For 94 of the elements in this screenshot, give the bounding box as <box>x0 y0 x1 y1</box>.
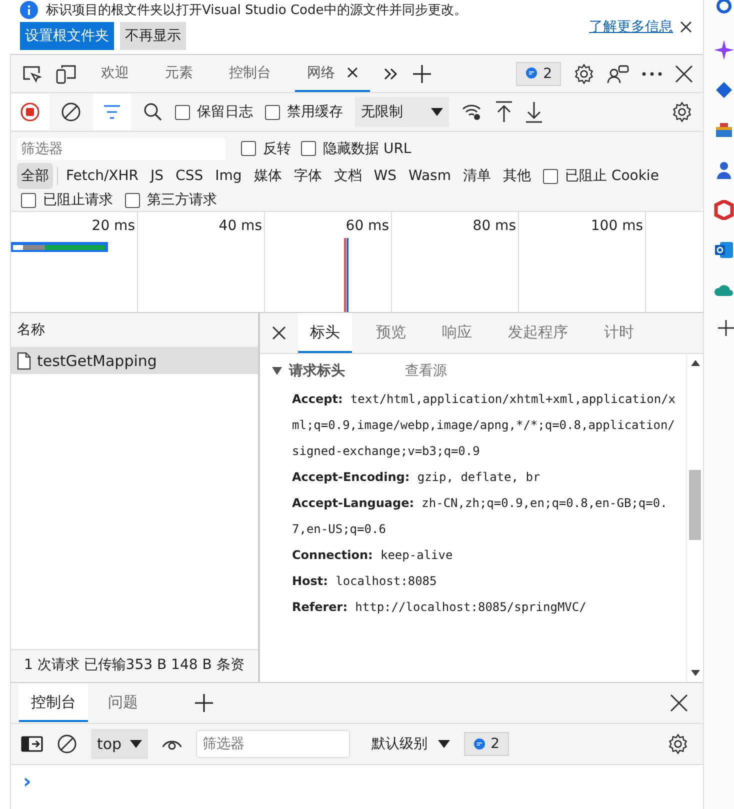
settings-icon[interactable] <box>573 62 595 84</box>
add-icon[interactable] <box>412 64 432 84</box>
toolbox-icon[interactable] <box>714 120 734 140</box>
tick-label: 60 ms <box>346 218 389 236</box>
status-summary: 1 次请求 已传输353 B 148 B 条资 <box>11 649 258 682</box>
feedback-icon[interactable] <box>607 64 629 84</box>
filter-icon <box>102 104 122 120</box>
drawer-tab[interactable]: 问题 <box>96 684 150 722</box>
add-icon[interactable] <box>718 320 734 336</box>
log-level-dropdown[interactable]: 默认级别 <box>372 735 450 753</box>
type-filter-button[interactable]: 清单 <box>458 163 495 189</box>
header-line: Connection: keep-alive <box>291 547 454 564</box>
devtools-tab[interactable]: 控制台 <box>217 55 283 92</box>
issues-button[interactable]: 2 <box>516 62 561 86</box>
close-icon[interactable] <box>675 64 693 82</box>
header-line: Accept-Encoding: gzip, deflate, br <box>291 469 542 486</box>
sparkle-icon[interactable] <box>714 40 734 60</box>
triangle-icon <box>272 367 282 375</box>
person-icon[interactable] <box>714 160 734 180</box>
network-conditions-icon[interactable] <box>461 102 483 122</box>
section-toggle[interactable]: 请求标头 <box>272 362 345 380</box>
arrow-down-icon[interactable] <box>690 670 700 676</box>
type-filter-button[interactable]: Wasm <box>404 164 455 188</box>
close-icon[interactable] <box>679 20 693 34</box>
clear-icon[interactable] <box>61 102 81 122</box>
filter-button[interactable] <box>93 94 131 130</box>
hide-data-urls-checkbox[interactable]: 隐藏数据 URL <box>301 140 412 158</box>
console-filter-input[interactable]: 筛选器 <box>196 730 350 758</box>
type-filter-button[interactable]: CSS <box>172 164 208 188</box>
devtools-tab[interactable]: 元素 <box>153 55 205 92</box>
type-filter-button[interactable]: Fetch/XHR <box>62 164 143 188</box>
detail-tab[interactable]: 标头 <box>298 313 352 353</box>
caret-icon <box>130 740 142 748</box>
devtools-tab[interactable]: 欢迎 <box>89 55 141 92</box>
tick-label: 20 ms <box>92 218 135 236</box>
invert-checkbox[interactable]: 反转 <box>241 140 291 158</box>
tick-label: 40 ms <box>218 218 262 236</box>
type-filter-button[interactable]: Img <box>211 164 246 188</box>
issues-button[interactable]: 2 <box>464 732 509 756</box>
close-icon[interactable] <box>670 694 688 712</box>
type-filter-button[interactable]: 字体 <box>290 163 326 189</box>
console-prompt[interactable]: › <box>23 769 32 793</box>
type-filter-button[interactable]: 媒体 <box>250 163 286 189</box>
upload-icon[interactable] <box>495 101 513 123</box>
message-icon <box>472 738 486 750</box>
device-icon[interactable] <box>55 64 77 84</box>
filter-checkbox[interactable]: 已阻止请求 <box>21 191 113 209</box>
detail-tab[interactable]: 响应 <box>430 313 484 353</box>
column-header: 名称 <box>11 313 258 348</box>
record-button[interactable] <box>11 94 49 130</box>
set-root-folder-button[interactable]: 设置根文件夹 <box>20 22 114 50</box>
download-icon[interactable] <box>525 101 543 123</box>
disable-cache-checkbox[interactable]: 禁用缓存 <box>265 103 343 121</box>
filter-checkbox[interactable]: 第三方请求 <box>125 191 217 209</box>
caret-icon <box>431 108 443 116</box>
inspect-icon[interactable] <box>21 64 43 84</box>
detail-tab[interactable]: 预览 <box>364 313 418 353</box>
add-icon[interactable] <box>194 693 214 713</box>
type-filter-button[interactable]: JS <box>146 164 168 188</box>
document-icon <box>17 352 31 370</box>
caret-icon <box>438 740 450 748</box>
clear-icon[interactable] <box>57 734 77 754</box>
info-message: 标识项目的根文件夹以打开Visual Studio Code中的源文件并同步更改。 <box>46 2 467 19</box>
throttling-dropdown[interactable]: 无限制 <box>355 97 449 127</box>
settings-icon[interactable] <box>667 733 689 755</box>
more-icon[interactable] <box>641 70 663 76</box>
tick-label: 100 ms <box>590 218 643 236</box>
type-filter-button[interactable]: WS <box>370 164 400 188</box>
record-icon <box>20 102 40 122</box>
message-icon <box>525 67 538 80</box>
close-icon[interactable] <box>272 326 286 340</box>
dont-show-again-button[interactable]: 不再显示 <box>120 22 186 50</box>
close-icon[interactable] <box>347 67 358 78</box>
drawer-tab[interactable]: 控制台 <box>19 684 88 722</box>
filter-checkbox[interactable]: 已阻止 Cookie <box>542 167 659 185</box>
preserve-log-checkbox[interactable]: 保留日志 <box>175 103 253 121</box>
tick-label: 80 ms <box>472 218 516 236</box>
header-line: Host: localhost:8085 <box>291 573 438 590</box>
sidebar-toggle-icon[interactable] <box>21 736 43 752</box>
type-filter-button[interactable]: 全部 <box>17 163 53 189</box>
type-filter-button[interactable]: 文档 <box>330 163 366 189</box>
request-row[interactable]: testGetMapping <box>11 348 258 374</box>
detail-tab[interactable]: 发起程序 <box>496 313 580 353</box>
filter-input[interactable]: 筛选器 <box>17 138 225 160</box>
detail-tab[interactable]: 计时 <box>592 313 646 353</box>
type-filter-button[interactable]: 其他 <box>498 163 535 189</box>
header-line: Referer: http://localhost:8085/springMVC/ <box>291 599 588 616</box>
learn-more-link[interactable]: 了解更多信息 <box>589 18 673 36</box>
view-source-link[interactable]: 查看源 <box>405 362 447 380</box>
settings-icon[interactable] <box>671 101 693 123</box>
arrow-up-icon[interactable] <box>690 360 700 366</box>
context-dropdown[interactable]: top <box>91 729 148 759</box>
scrollbar[interactable] <box>686 354 703 682</box>
scrollbar-thumb[interactable] <box>689 470 701 540</box>
